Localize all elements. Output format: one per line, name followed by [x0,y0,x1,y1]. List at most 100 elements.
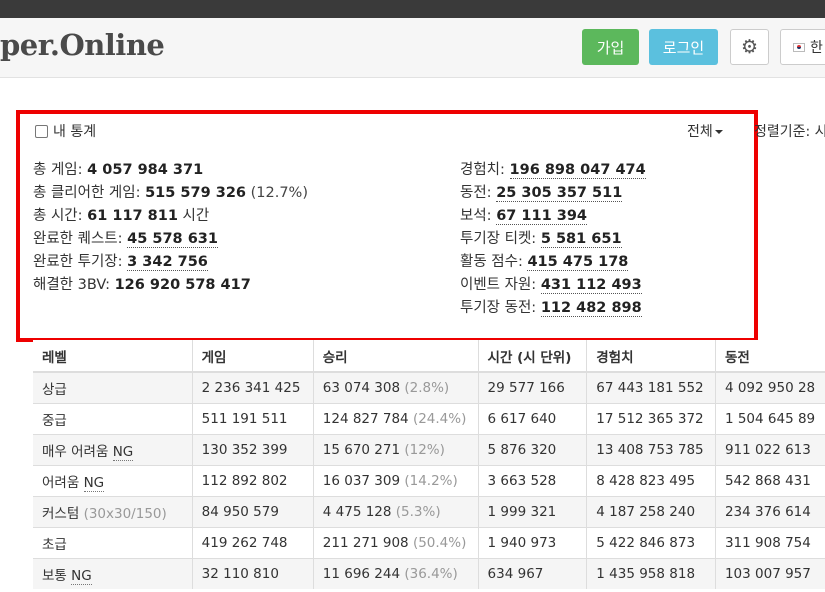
level-cell: 매우 어려움 NG [33,433,193,465]
column-header-level[interactable]: 레벨 [33,340,193,373]
stat-value[interactable]: 112 482 898 [540,300,642,317]
my-stats-toggle[interactable]: 내 통계 [35,121,96,141]
time-cell: 6 617 640 [477,402,587,434]
stat-row: 완료한 퀘스트: 45 578 631 [33,228,308,251]
level-name: 초급 [42,536,67,553]
stat-value[interactable]: 45 578 631 [127,231,218,248]
games-cell: 32 110 810 [191,557,314,589]
exp-cell: 1 435 958 818 [586,557,716,589]
global-stats-panel: 내 통계 전체 정렬기준: 시 총 게임: 4 057 984 371 총 클리… [16,110,825,342]
stat-value[interactable]: 415 475 178 [527,254,629,271]
stats-right-column: 경험치: 196 898 047 474 동전: 25 305 357 511 … [460,159,646,320]
wins-value: 211 271 908 [322,534,409,551]
stat-label: 활동 점수: [460,254,528,270]
column-header-time[interactable]: 시간 (시 단위) [477,340,587,373]
exp-cell: 5 422 846 873 [586,526,716,558]
table-row: 상급 2 236 341 425 63 074 308 (2.8%) 29 57… [33,371,825,403]
stat-label: 보석: [460,208,497,224]
no-guess-abbr[interactable]: NG [83,474,105,492]
sort-label[interactable]: 정렬기준: 시 [754,121,825,141]
coins-cell: 311 908 754 [714,526,825,558]
time-cell: 1 940 973 [477,526,587,558]
stat-label: 경험치: [460,162,510,178]
stat-row: 투기장 동전: 112 482 898 [460,297,646,320]
level-name: 상급 [42,381,67,398]
table-row: 보통 NG 32 110 810 11 696 244 (36.4%) 634 … [33,557,825,589]
stat-row: 보석: 67 111 394 [460,205,646,228]
stat-label: 총 게임: [33,162,88,178]
my-stats-checkbox[interactable] [35,124,48,138]
wins-percent: (36.4%) [400,565,458,582]
stat-label: 총 시간: [33,208,88,224]
stat-row: 경험치: 196 898 047 474 [460,159,646,182]
coins-cell: 1 504 645 89 [714,402,825,434]
stat-value[interactable]: 431 112 493 [540,277,642,294]
stat-value[interactable]: 25 305 357 511 [496,185,623,202]
stat-value: 126 920 578 417 [114,277,251,293]
time-cell: 3 663 528 [477,464,587,496]
period-filter-dropdown[interactable]: 전체 [687,121,723,141]
stat-percent: (12.7%) [246,185,308,201]
login-button[interactable]: 로그인 [649,29,718,65]
stat-value: 515 579 326 [145,185,246,201]
no-guess-abbr[interactable]: NG [112,443,134,461]
table-row: 중급 511 191 511 124 827 784 (24.4%) 6 617… [33,402,825,434]
coins-cell: 911 022 613 [714,433,825,465]
signup-button[interactable]: 가입 [582,29,639,65]
games-cell: 84 950 579 [191,495,314,527]
stat-unit: 시간 [177,208,210,224]
period-filter-label: 전체 [687,124,713,140]
stat-value[interactable]: 5 581 651 [540,231,622,248]
wins-cell: 11 696 244 (36.4%) [312,557,479,589]
exp-cell: 4 187 258 240 [586,495,716,527]
column-header-games[interactable]: 게임 [191,340,314,373]
wins-percent: (14.2%) [400,472,458,489]
wins-cell: 211 271 908 (50.4%) [312,526,479,558]
coins-cell: 103 007 957 [714,557,825,589]
site-logo[interactable]: per.Online [0,28,165,62]
column-header-exp[interactable]: 경험치 [586,340,716,373]
games-cell: 511 191 511 [191,402,314,434]
level-name: 커스텀 [42,505,84,522]
level-stats-table-container: 레벨 게임 승리 시간 (시 단위) 경험치 동전 상급 2 236 341 4… [33,340,825,589]
my-stats-label: 내 통계 [53,124,97,140]
column-header-wins[interactable]: 승리 [312,340,479,373]
browser-top-bar [0,0,825,18]
stat-row: 해결한 3BV: 126 920 578 417 [33,274,308,297]
level-stats-table: 레벨 게임 승리 시간 (시 단위) 경험치 동전 상급 2 236 341 4… [33,340,825,589]
column-header-coins[interactable]: 동전 [714,340,825,373]
wins-value: 11 696 244 [322,565,401,582]
wins-value: 16 037 309 [322,472,401,489]
korea-flag-icon [793,42,805,52]
exp-cell: 13 408 753 785 [586,433,716,465]
wins-cell: 16 037 309 (14.2%) [312,464,479,496]
level-name: 보통 [42,567,72,584]
time-cell: 5 876 320 [477,433,587,465]
stat-value[interactable]: 67 111 394 [496,208,587,225]
stat-label: 투기장 동전: [460,300,541,316]
language-button[interactable]: 한 [780,29,825,65]
stat-label: 이벤트 자원: [460,277,541,293]
exp-cell: 8 428 823 495 [586,464,716,496]
no-guess-abbr[interactable]: NG [71,567,92,585]
level-cell: 상급 [33,371,193,403]
wins-percent: (2.8%) [400,379,450,396]
games-cell: 2 236 341 425 [191,371,314,403]
exp-cell: 17 512 365 372 [586,402,716,434]
stat-label: 동전: [460,185,497,201]
custom-size-label: (30x30/150) [83,505,167,522]
stat-label: 완료한 투기장: [33,254,128,270]
games-cell: 130 352 399 [191,433,314,465]
time-cell: 29 577 166 [477,371,587,403]
stat-value[interactable]: 196 898 047 474 [509,162,646,179]
stat-row: 활동 점수: 415 475 178 [460,251,646,274]
table-row: 매우 어려움 NG 130 352 399 15 670 271 (12%) 5… [33,433,825,465]
settings-button[interactable]: ⚙ [730,29,769,65]
wins-value: 15 670 271 [322,441,401,458]
table-header-row: 레벨 게임 승리 시간 (시 단위) 경험치 동전 [33,340,825,373]
level-cell: 보통 NG [33,557,193,589]
stat-value: 61 117 811 [87,208,178,224]
stat-value[interactable]: 3 342 756 [127,254,208,271]
table-row: 초급 419 262 748 211 271 908 (50.4%) 1 940… [33,526,825,558]
level-name: 어려움 [42,474,84,491]
